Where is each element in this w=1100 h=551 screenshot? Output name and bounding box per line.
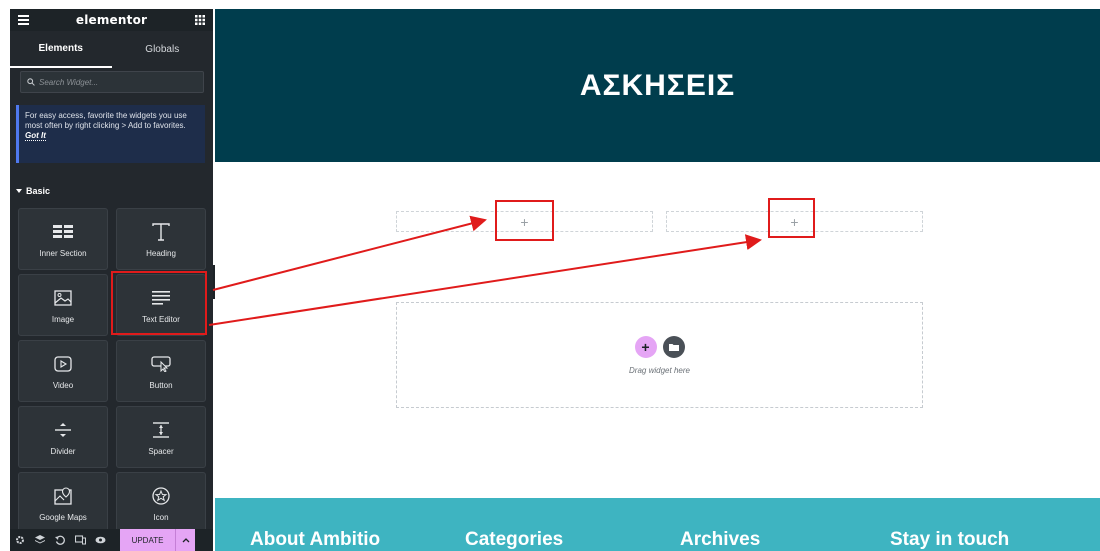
highlight-text-editor — [111, 271, 207, 335]
google-maps-icon — [52, 485, 74, 507]
image-icon — [52, 287, 74, 309]
grid-apps-icon[interactable] — [193, 13, 207, 27]
widget-label: Google Maps — [39, 512, 87, 522]
panel-header: elementor — [10, 9, 213, 31]
heading-icon — [150, 221, 172, 243]
footer-heading-archives: Archives — [680, 529, 761, 550]
update-button[interactable]: UPDATE — [120, 529, 175, 551]
widget-inner-section[interactable]: Inner Section — [18, 208, 108, 270]
widget-icon[interactable]: Icon — [116, 472, 206, 534]
add-section-dropzone[interactable]: + Drag widget here — [396, 302, 923, 408]
caret-down-icon — [16, 186, 22, 196]
divider-icon — [52, 419, 74, 441]
preview-eye-icon[interactable] — [90, 529, 110, 551]
category-basic[interactable]: Basic — [16, 186, 50, 196]
notice-text: For easy access, favorite the widgets yo… — [25, 111, 187, 130]
video-icon — [52, 353, 74, 375]
widget-label: Inner Section — [39, 248, 87, 258]
folder-icon — [668, 343, 679, 351]
hero-section[interactable]: ΑΣΚΗΣΕΙΣ — [215, 9, 1100, 162]
chevron-up-icon[interactable] — [175, 529, 195, 551]
inner-section-icon — [52, 221, 74, 243]
widget-label: Divider — [50, 446, 76, 456]
navigator-layers-icon[interactable] — [30, 529, 50, 551]
widget-label: Image — [51, 314, 75, 324]
history-icon[interactable] — [50, 529, 70, 551]
star-icon — [150, 485, 172, 507]
widget-search[interactable] — [20, 71, 204, 93]
highlight-right-column-plus — [768, 198, 815, 238]
widget-label: Button — [149, 380, 173, 390]
hero-title: ΑΣΚΗΣΕΙΣ — [579, 68, 736, 102]
drag-widget-hint: Drag widget here — [629, 365, 690, 375]
editor-canvas: ΑΣΚΗΣΕΙΣ + + + Drag widget here About Am… — [215, 9, 1100, 551]
widget-button[interactable]: Button — [116, 340, 206, 402]
footer-heading-about: About Ambitio — [250, 529, 381, 550]
settings-gear-icon[interactable] — [10, 529, 30, 551]
tab-elements[interactable]: Elements — [10, 31, 112, 68]
highlight-left-column-plus — [495, 200, 554, 241]
hamburger-menu-icon[interactable] — [16, 13, 30, 27]
widget-image[interactable]: Image — [18, 274, 108, 336]
dropzone-buttons: + — [634, 335, 685, 358]
footer-heading-stay-in-touch: Stay in touch — [890, 529, 1010, 550]
responsive-mode-icon[interactable] — [70, 529, 90, 551]
search-input[interactable] — [39, 77, 199, 87]
page-frame: elementor Elements Globals For easy acce… — [0, 0, 1100, 551]
button-icon — [150, 353, 172, 375]
favorites-notice: For easy access, favorite the widgets yo… — [16, 105, 205, 163]
widget-divider[interactable]: Divider — [18, 406, 108, 468]
widget-label: Icon — [153, 512, 169, 522]
tab-globals[interactable]: Globals — [112, 31, 214, 68]
widget-spacer[interactable]: Spacer — [116, 406, 206, 468]
widget-label: Video — [52, 380, 74, 390]
widget-label: Heading — [146, 248, 176, 258]
widget-google-maps[interactable]: Google Maps — [18, 472, 108, 534]
site-footer: About Ambitio Categories Archives Stay i… — [215, 498, 1100, 551]
template-library-button[interactable] — [662, 335, 685, 358]
widget-grid: Inner Section Heading Image Text Editor — [18, 208, 206, 534]
search-icon — [27, 73, 35, 91]
elementor-logo: elementor — [75, 13, 148, 27]
widget-label: Spacer — [148, 446, 174, 456]
widget-video[interactable]: Video — [18, 340, 108, 402]
got-it-link[interactable]: Got It — [25, 131, 46, 141]
panel-footer: UPDATE — [10, 529, 213, 551]
footer-heading-categories: Categories — [465, 529, 564, 550]
category-label: Basic — [26, 186, 51, 196]
widget-heading[interactable]: Heading — [116, 208, 206, 270]
add-section-button[interactable]: + — [634, 335, 657, 358]
spacer-icon — [150, 419, 172, 441]
panel-tabs: Elements Globals — [10, 31, 213, 68]
